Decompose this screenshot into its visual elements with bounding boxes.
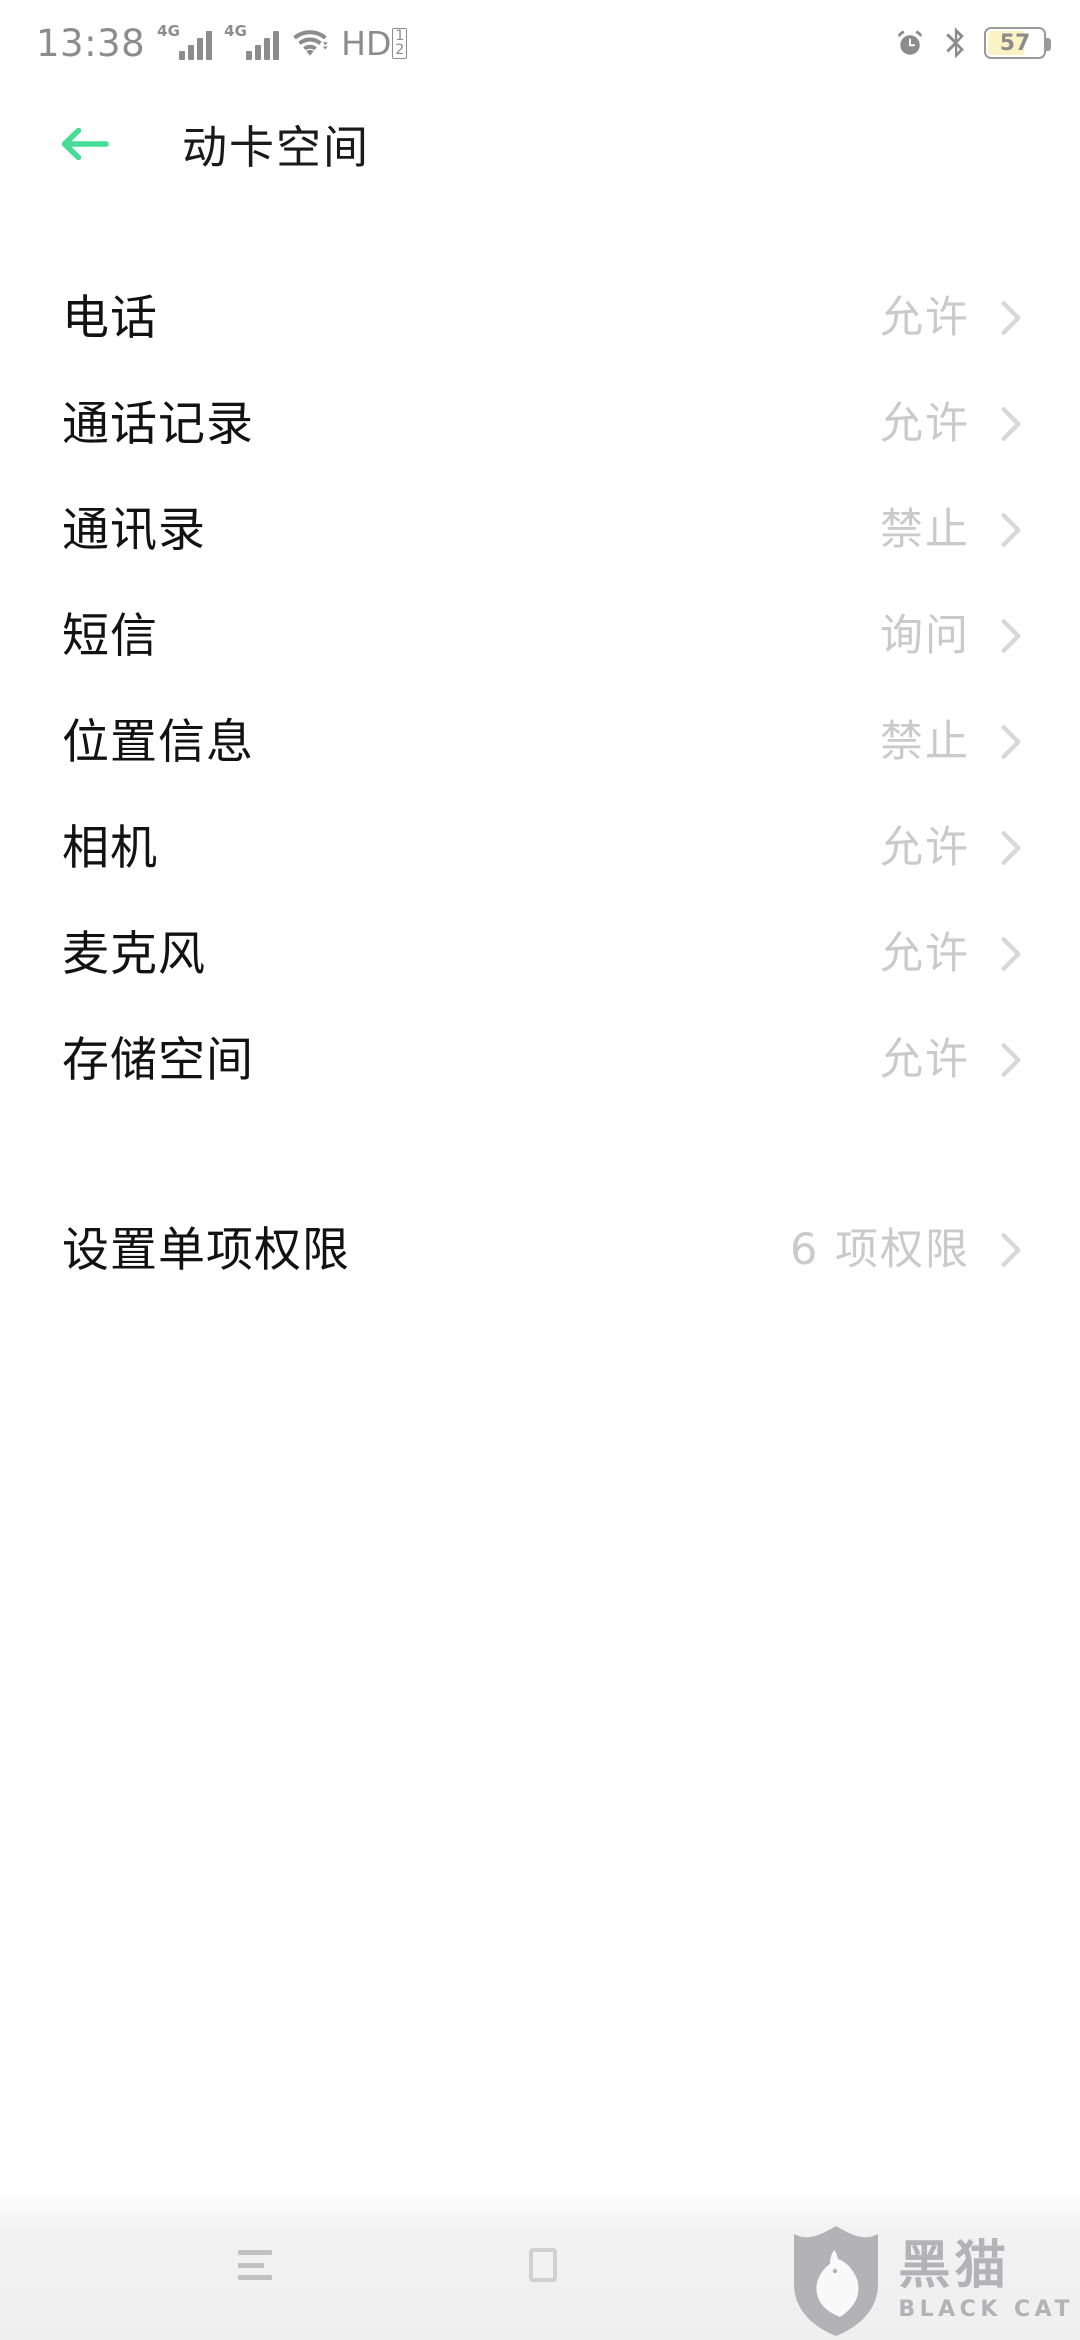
wifi-icon [293,30,328,56]
permission-row-phone[interactable]: 电话 允许 [0,265,1080,371]
permission-value: 禁止 [880,716,970,767]
permission-row-single-permissions[interactable]: 设置单项权限 6 项权限 [0,1197,1080,1303]
signal-strength-sim2-icon: 4G [224,22,280,60]
alarm-clock-icon [897,30,923,55]
chevron-right-icon [1001,831,1021,865]
permission-right: 禁止 [880,504,1022,555]
permission-label: 麦克风 [62,926,206,982]
permission-label: 设置单项权限 [62,1222,350,1278]
network-type-label-sim2: 4G [224,22,247,40]
status-bar: 13:38 4G 4G HD 1 2 57 [0,0,1080,86]
home-icon[interactable] [528,2248,557,2282]
signal-strength-sim1-icon: 4G [157,22,213,60]
battery-indicator: 57 [984,27,1051,59]
recents-icon[interactable] [238,2250,273,2280]
chevron-right-icon [1001,937,1021,971]
permission-row-camera[interactable]: 相机 允许 [0,795,1080,901]
back-arrow-icon [61,127,109,160]
permission-label: 电话 [62,290,158,346]
chevron-right-icon [1001,725,1021,759]
chevron-right-icon [1001,513,1021,547]
permission-label: 通讯录 [62,502,206,558]
permission-right: 允许 [880,822,1022,873]
chevron-right-icon [1001,407,1021,441]
chevron-right-icon [1001,1233,1021,1267]
permission-label: 通话记录 [62,396,254,452]
hd-label: HD [341,23,392,63]
permission-value: 允许 [880,398,970,449]
permission-label: 位置信息 [62,714,254,770]
permission-right: 允许 [880,292,1022,343]
permission-label: 相机 [62,820,158,876]
permission-label: 短信 [62,608,158,664]
permission-right: 允许 [880,928,1022,979]
chevron-right-icon [1001,1043,1021,1077]
hd-sim-bottom: 2 [395,42,405,59]
permission-row-microphone[interactable]: 麦克风 允许 [0,901,1080,1007]
status-bar-left: 13:38 4G 4G HD 1 2 [36,21,408,65]
permission-row-storage[interactable]: 存储空间 允许 [0,1007,1080,1113]
page-title: 动卡空间 [182,121,371,174]
permission-row-contacts[interactable]: 通讯录 禁止 [0,477,1080,583]
permission-value: 询问 [880,610,970,661]
permission-value: 禁止 [880,504,970,555]
permission-value: 6 项权限 [789,1224,970,1275]
permission-row-call-log[interactable]: 通话记录 允许 [0,371,1080,477]
permission-value: 允许 [880,292,970,343]
hd-sim-indicator: 1 2 [392,27,408,59]
back-button[interactable] [52,111,118,177]
battery-level-text: 57 [999,30,1031,56]
chevron-right-icon [1001,619,1021,653]
status-time: 13:38 [36,21,146,65]
network-type-label-sim1: 4G [157,22,180,40]
system-navigation-bar: 黑猫 BLACK CAT [0,2190,1080,2340]
permission-value: 允许 [880,928,970,979]
watermark-name-en: BLACK CAT [898,2296,1074,2322]
black-cat-shield-logo [794,2226,879,2336]
permission-right: 允许 [880,1034,1022,1085]
hd-voice-icon: HD 1 2 [341,23,408,63]
permission-row-sms[interactable]: 短信 询问 [0,583,1080,689]
status-bar-right: 57 [894,26,1051,60]
watermark-name-cn: 黑猫 [898,2235,1011,2296]
hd-sim-top: 1 [395,27,405,44]
permission-right: 禁止 [880,716,1022,767]
watermark: 黑猫 BLACK CAT [788,2224,1074,2336]
watermark-text: 黑猫 BLACK CAT [898,2240,1074,2321]
permission-value: 允许 [880,822,970,873]
permission-label: 存储空间 [62,1032,254,1088]
app-bar: 动卡空间 [0,86,1080,201]
permission-list: 电话 允许 通话记录 允许 通讯录 禁止 短信 询问 位置信息 禁止 相机 允许… [0,201,1080,2190]
permission-right: 询问 [880,610,1022,661]
permission-value: 允许 [880,1034,970,1085]
bluetooth-icon [946,27,964,59]
permission-right: 6 项权限 [789,1224,1022,1275]
phone-screen: 13:38 4G 4G HD 1 2 57 动卡空间 电话 允许 通话记录 允许… [0,0,1080,2340]
chevron-right-icon [1001,301,1021,335]
permission-right: 允许 [880,398,1022,449]
permission-row-location[interactable]: 位置信息 禁止 [0,689,1080,795]
